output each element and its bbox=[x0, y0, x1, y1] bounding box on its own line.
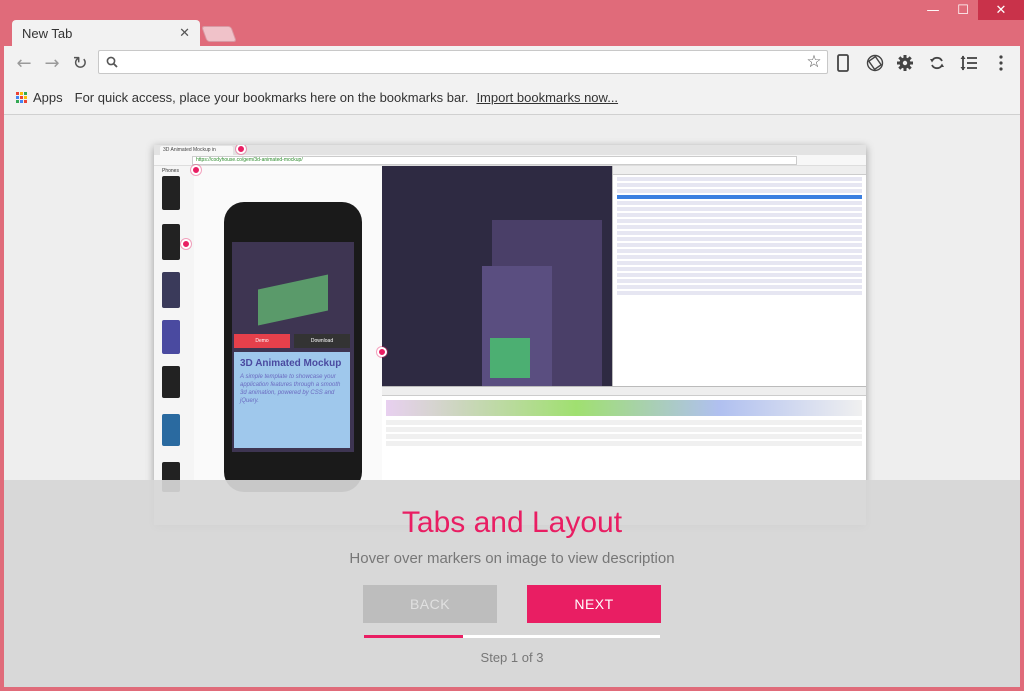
article-title: 3D Animated Mockup bbox=[240, 358, 342, 369]
reload-icon[interactable]: ↻ bbox=[66, 49, 94, 77]
apps-grid-dot bbox=[20, 99, 23, 103]
devtools-lines bbox=[613, 177, 866, 295]
device-list: Phones bbox=[154, 166, 195, 525]
illustration-body: Phones Demo Download 3D Animated Mockup … bbox=[154, 166, 866, 525]
tour-illustration: 3D Animated Mockup in CodyHouse https://… bbox=[154, 145, 866, 525]
illustration-toolbar: https://codyhouse.co/gem/3d-animated-moc… bbox=[154, 155, 866, 166]
site-preview bbox=[382, 166, 612, 386]
apps-grid-dot bbox=[16, 99, 19, 103]
tour-buttons: BACK NEXT bbox=[4, 585, 1020, 623]
device-thumb bbox=[162, 176, 180, 210]
list-icon[interactable] bbox=[956, 50, 982, 76]
new-tab-button[interactable] bbox=[201, 26, 237, 42]
network-row bbox=[386, 441, 862, 446]
apps-grid-dot bbox=[24, 99, 27, 103]
tour-title: Tabs and Layout bbox=[401, 506, 623, 539]
illustration-tab-strip: 3D Animated Mockup in CodyHouse bbox=[154, 145, 866, 162]
phone-screen: Demo Download 3D Animated Mockup A simpl… bbox=[232, 242, 354, 452]
apps-grid-dot bbox=[16, 95, 19, 99]
apps-link[interactable]: Apps bbox=[33, 90, 63, 105]
article-block: 3D Animated Mockup A simple template to … bbox=[234, 352, 350, 448]
tour-marker[interactable] bbox=[181, 239, 191, 249]
step-indicator: Step 1 of 3 bbox=[480, 650, 544, 665]
maximize-icon[interactable]: ☐ bbox=[948, 0, 978, 20]
apps-grid-dot bbox=[20, 95, 23, 99]
network-row bbox=[386, 434, 862, 439]
apps-grid-icon[interactable] bbox=[16, 91, 27, 103]
tour-subtitle: Hover over markers on image to view desc… bbox=[349, 550, 675, 567]
minimize-icon[interactable]: — bbox=[918, 0, 948, 20]
device-list-label: Phones bbox=[162, 168, 179, 174]
iphone-mockup: Demo Download 3D Animated Mockup A simpl… bbox=[224, 202, 362, 492]
apps-grid-dot bbox=[16, 91, 19, 95]
preview-green bbox=[490, 338, 530, 378]
network-row bbox=[386, 427, 862, 432]
back-button[interactable]: BACK bbox=[363, 585, 497, 623]
apps-grid-dot bbox=[24, 91, 27, 95]
new-tab-content: 3D Animated Mockup in CodyHouse https://… bbox=[4, 115, 1020, 687]
tab-strip: New Tab ✕ bbox=[4, 16, 1020, 46]
search-icon bbox=[99, 56, 125, 68]
device-thumb bbox=[162, 224, 180, 260]
browser-window: New Tab ✕ ← → ↻ ☆ Apps For quick access,… bbox=[4, 16, 1020, 687]
devtools-tabs bbox=[613, 166, 866, 175]
illustration-tab: 3D Animated Mockup in CodyHouse bbox=[160, 146, 233, 162]
sync-icon[interactable] bbox=[924, 50, 950, 76]
tour-panel: Tabs and Layout Hover over markers on im… bbox=[4, 480, 1020, 687]
illustration-url: https://codyhouse.co/gem/3d-animated-moc… bbox=[192, 156, 797, 165]
apps-grid-dot bbox=[20, 91, 23, 95]
bookmarks-message: For quick access, place your bookmarks h… bbox=[74, 89, 469, 105]
illustration-graphic bbox=[258, 274, 328, 326]
address-input[interactable] bbox=[125, 53, 801, 71]
device-thumb bbox=[162, 366, 180, 398]
devtools-preview bbox=[612, 166, 866, 386]
tab-close-icon[interactable]: ✕ bbox=[179, 26, 190, 41]
browser-toolbar: ← → ↻ ☆ bbox=[4, 46, 1020, 80]
address-bar[interactable]: ☆ bbox=[98, 50, 828, 74]
demo-button: Demo bbox=[234, 334, 290, 348]
tour-marker[interactable] bbox=[377, 347, 387, 357]
back-arrow-icon[interactable]: ← bbox=[10, 49, 38, 77]
device-thumb bbox=[162, 320, 180, 354]
article-text: A simple template to showcase your appli… bbox=[240, 374, 341, 404]
device-icon[interactable] bbox=[830, 50, 856, 76]
bookmarks-bar: Apps For quick access, place your bookma… bbox=[4, 80, 1020, 115]
network-timeline bbox=[386, 400, 862, 416]
menu-icon[interactable] bbox=[988, 50, 1014, 76]
bookmark-star-icon[interactable]: ☆ bbox=[801, 52, 827, 72]
forward-arrow-icon[interactable]: → bbox=[38, 49, 66, 77]
network-row bbox=[386, 420, 862, 425]
close-window-icon[interactable]: ✕ bbox=[978, 0, 1024, 20]
next-button[interactable]: NEXT bbox=[527, 585, 661, 623]
download-button: Download bbox=[294, 334, 350, 348]
tab-new-tab[interactable]: New Tab ✕ bbox=[12, 20, 200, 46]
network-tabs bbox=[382, 387, 866, 396]
device-thumb bbox=[162, 414, 180, 446]
phone-emulator: Demo Download 3D Animated Mockup A simpl… bbox=[194, 166, 382, 525]
tour-marker[interactable] bbox=[191, 165, 201, 175]
window-controls: — ☐ ✕ bbox=[918, 0, 1024, 22]
tour-progress-bar bbox=[364, 635, 660, 638]
device-thumb bbox=[162, 272, 180, 308]
tab-title: New Tab bbox=[22, 25, 73, 41]
gear-icon[interactable] bbox=[892, 50, 918, 76]
tour-progress-fill bbox=[364, 635, 463, 638]
import-bookmarks-link[interactable]: Import bookmarks now... bbox=[476, 90, 618, 105]
rotate-icon[interactable] bbox=[862, 50, 888, 76]
apps-grid-dot bbox=[24, 95, 27, 99]
